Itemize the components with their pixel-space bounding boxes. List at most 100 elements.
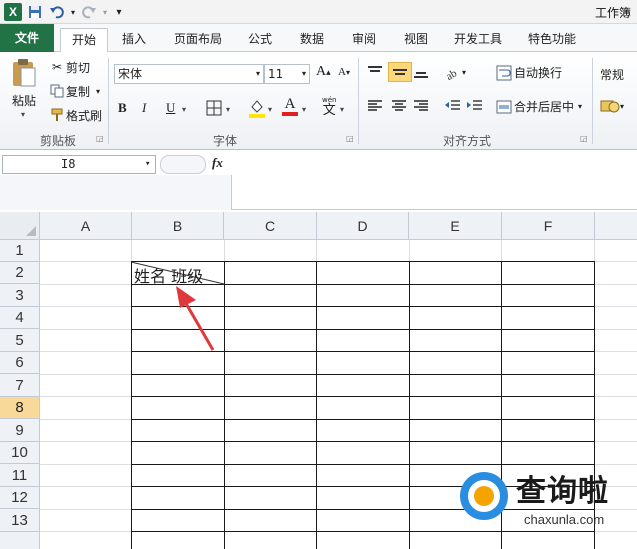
accounting-format-icon [600, 100, 620, 113]
copy-label: 复制 [66, 84, 91, 99]
accounting-format-dropdown-icon[interactable]: ▾ [620, 102, 624, 111]
paste-label[interactable]: 粘贴 [12, 92, 36, 109]
accounting-format-button[interactable]: ▾ [600, 98, 624, 114]
font-size-dropdown-icon[interactable]: ▾ [302, 65, 306, 83]
tab-home[interactable]: 开始 [60, 28, 108, 53]
phonetic-icon: 文 [322, 103, 336, 118]
save-icon[interactable] [26, 3, 44, 21]
title-bar: X ▾ ▾ ▾ 工作簿 [0, 0, 637, 24]
formula-bar-splitter[interactable] [160, 155, 206, 174]
shrink-font-icon: A [338, 66, 346, 78]
format-painter-label: 格式刷 [66, 108, 103, 123]
borders-button[interactable] [206, 100, 222, 116]
wrap-text-button[interactable]: 自动换行 [496, 64, 562, 81]
cut-button[interactable]: ✂ 剪切 [48, 58, 90, 76]
align-middle-icon [393, 69, 407, 75]
orientation-button[interactable]: ab ▾ [444, 64, 466, 80]
orientation-dropdown-icon[interactable]: ▾ [462, 68, 466, 77]
fill-color-icon [249, 100, 265, 118]
excel-logo-icon: X [4, 3, 22, 21]
merge-center-dropdown-icon[interactable]: ▾ [578, 102, 582, 111]
align-center-icon [392, 100, 406, 111]
tab-file[interactable]: 文件 [0, 24, 54, 52]
align-left-button[interactable] [366, 98, 384, 114]
formula-bar: I8 ▾ fx [0, 152, 637, 210]
increase-indent-button[interactable] [466, 98, 484, 114]
align-right-icon [414, 100, 428, 111]
font-group-label: 字体 [212, 134, 237, 148]
copy-dropdown-icon[interactable]: ▾ [96, 87, 100, 96]
number-format-combo[interactable]: 常规 [600, 66, 624, 83]
tab-special-features[interactable]: 特色功能 [522, 28, 582, 52]
svg-text:ab: ab [444, 67, 459, 80]
insert-function-icon[interactable]: fx [212, 155, 223, 171]
font-size-combo[interactable]: 11 ▾ [264, 64, 310, 84]
alignment-launcher-icon[interactable]: ◲ [580, 134, 588, 143]
underline-dropdown-icon[interactable]: ▾ [182, 105, 186, 114]
font-launcher-icon[interactable]: ◲ [346, 134, 354, 143]
align-right-button[interactable] [412, 98, 430, 114]
shrink-font-button[interactable]: A ▾ [338, 66, 350, 78]
clipboard-group-label: 剪贴板 [39, 134, 76, 148]
align-bottom-icon [414, 72, 428, 78]
copy-icon [48, 82, 66, 100]
font-size-value: 11 [268, 67, 284, 81]
underline-button[interactable]: U [166, 100, 175, 116]
borders-dropdown-icon[interactable]: ▾ [226, 105, 230, 114]
paste-button[interactable] [10, 58, 38, 88]
cut-label: 剪切 [66, 60, 91, 75]
phonetic-dropdown-icon[interactable]: ▾ [340, 105, 344, 114]
merge-center-button[interactable]: 合并后居中 ▾ [496, 98, 582, 115]
tab-data[interactable]: 数据 [292, 28, 332, 52]
fill-color-dropdown-icon[interactable]: ▾ [268, 105, 272, 114]
align-bottom-button[interactable] [412, 64, 430, 80]
tab-view[interactable]: 视图 [396, 28, 436, 52]
tab-page-layout[interactable]: 页面布局 [166, 28, 230, 52]
italic-button[interactable]: I [142, 100, 146, 116]
orientation-icon: ab [444, 67, 459, 80]
grow-font-icon: A [316, 64, 327, 79]
tab-developer[interactable]: 开发工具 [448, 28, 508, 52]
font-name-combo[interactable]: 宋体 ▾ [114, 64, 264, 84]
group-separator [358, 58, 359, 144]
formula-input[interactable] [234, 155, 637, 174]
merge-center-icon [496, 100, 512, 113]
align-top-button[interactable] [366, 64, 384, 80]
align-middle-button[interactable] [388, 62, 412, 82]
watermark-url: chaxunla.com [524, 512, 605, 527]
align-top-icon [368, 66, 382, 72]
name-box-dropdown-icon[interactable]: ▾ [145, 156, 150, 173]
font-color-dropdown-icon[interactable]: ▾ [302, 105, 306, 114]
merge-center-label: 合并后居中 [514, 100, 575, 114]
name-box-list-area [0, 175, 232, 210]
customize-toolbar-icon[interactable]: ▾ [110, 3, 128, 21]
fill-color-button[interactable] [248, 98, 266, 118]
align-left-icon [368, 100, 382, 111]
scissors-icon: ✂ [51, 60, 63, 74]
font-color-swatch [282, 112, 298, 116]
format-painter-button[interactable]: 格式刷 [48, 106, 102, 124]
tab-formulas[interactable]: 公式 [240, 28, 280, 52]
align-center-button[interactable] [390, 98, 408, 114]
decrease-indent-button[interactable] [444, 98, 462, 114]
window-title: 工作簿 [594, 6, 631, 20]
tab-insert[interactable]: 插入 [114, 28, 154, 52]
tab-review[interactable]: 审阅 [344, 28, 384, 52]
group-separator [592, 58, 593, 144]
phonetic-button[interactable]: wén 文 [322, 96, 336, 118]
font-color-icon: A [284, 96, 296, 112]
font-name-dropdown-icon[interactable]: ▾ [256, 65, 260, 83]
name-box[interactable]: I8 ▾ [2, 155, 156, 174]
decrease-indent-icon [445, 100, 460, 110]
copy-button[interactable]: 复制 ▾ [48, 82, 100, 100]
watermark-dot-icon [474, 486, 494, 506]
paste-dropdown-icon[interactable]: ▾ [21, 110, 25, 119]
increase-indent-icon [467, 100, 482, 110]
font-color-button[interactable]: A [282, 96, 298, 116]
ribbon-tabs: 文件 开始 插入 页面布局 公式 数据 审阅 视图 开发工具 特色功能 [0, 24, 637, 53]
clipboard-launcher-icon[interactable]: ◲ [96, 134, 104, 143]
borders-icon [206, 100, 222, 116]
bold-button[interactable]: B [118, 100, 127, 116]
grow-font-button[interactable]: A ▴ [316, 64, 331, 80]
group-separator [108, 58, 109, 144]
